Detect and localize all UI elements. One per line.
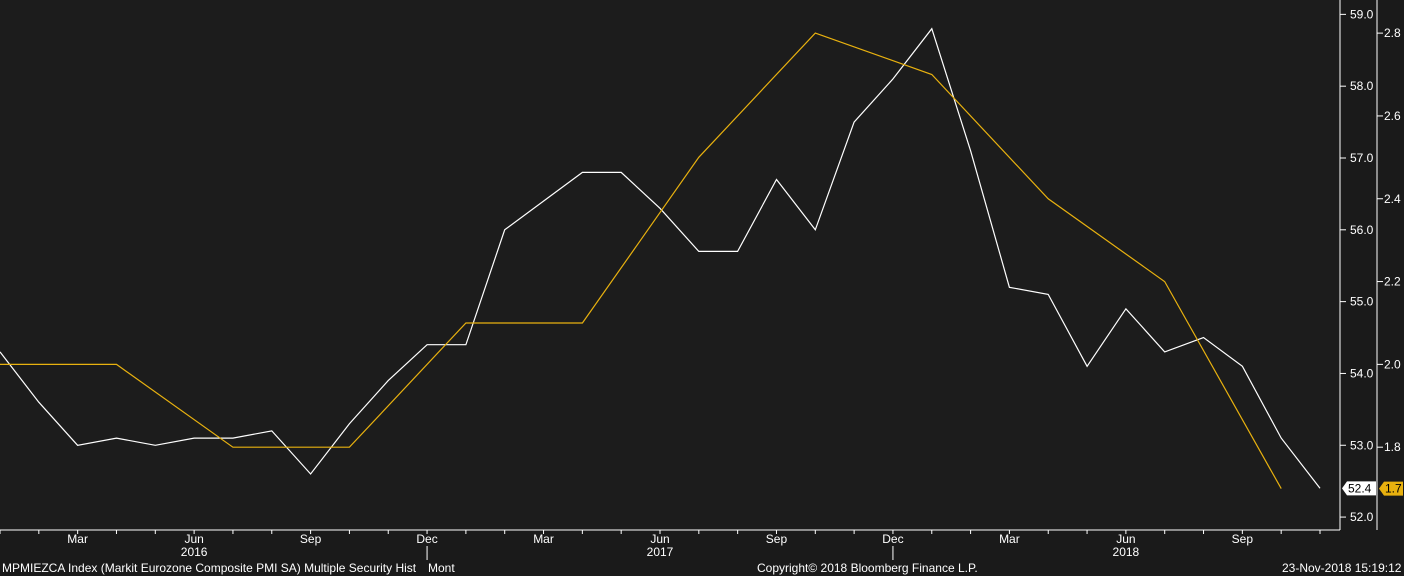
x-axis: Mar Jun Sep Dec Mar Jun Sep Dec Mar Jun Sep 2016 201… [0, 529, 1340, 560]
x-tick-label: Mar [999, 532, 1020, 546]
x-year-label: 2017 [647, 545, 674, 559]
right-scale-tick-label: 2.6 [1384, 109, 1401, 123]
x-tick-label: Sep [300, 532, 322, 546]
right-scale-tick-label: 2.0 [1384, 357, 1401, 371]
right-scale-tick-label: 2.4 [1384, 192, 1401, 206]
period-label: Mont [428, 561, 455, 575]
x-tick-label: Dec [882, 532, 903, 546]
x-year-label: 2016 [181, 545, 208, 559]
security-description: MPMIEZCA Index (Markit Eurozone Composit… [2, 561, 417, 575]
right-scale-tick-label: 2.8 [1384, 26, 1401, 40]
left-scale-tick-label: 56.0 [1350, 223, 1374, 237]
last-value-label: 52.4 [1348, 481, 1372, 495]
chart-svg: Mar Jun Sep Dec Mar Jun Sep Dec Mar Jun Sep 2016 201… [0, 0, 1403, 560]
left-scale-tick-label: 59.0 [1350, 7, 1374, 21]
left-y-axis: 59.0 58.0 57.0 56.0 55.0 54.0 53.0 52.0 [1340, 7, 1374, 524]
left-scale-tick-label: 54.0 [1350, 366, 1374, 380]
x-tick-label: Mar [67, 532, 88, 546]
x-tick-label: Mar [533, 532, 554, 546]
x-year-label: 2018 [1113, 545, 1140, 559]
x-tick-label: Jun [184, 532, 203, 546]
x-tick-label: Sep [1232, 532, 1254, 546]
footer-bar: MPMIEZCA Index (Markit Eurozone Composit… [0, 558, 1404, 576]
right-scale-tick-label: 2.2 [1384, 275, 1401, 289]
x-tick-label: Sep [766, 532, 788, 546]
left-scale-tick-label: 55.0 [1350, 295, 1374, 309]
left-scale-tick-label: 53.0 [1350, 438, 1374, 452]
x-tick-label: Jun [1116, 532, 1135, 546]
copyright-text: Copyright© 2018 Bloomberg Finance L.P. [757, 561, 978, 575]
timestamp: 23-Nov-2018 15:19:12 [1282, 561, 1402, 575]
left-scale-tick-label: 58.0 [1350, 79, 1374, 93]
left-scale-tick-label: 57.0 [1350, 151, 1374, 165]
last-value-label: 1.7 [1385, 482, 1402, 496]
last-value-badges: 52.4 1.7 [1342, 481, 1403, 496]
right-scale-tick-label: 1.8 [1384, 440, 1401, 454]
plot-background [0, 0, 1340, 530]
left-scale-tick-label: 52.0 [1350, 510, 1374, 524]
x-tick-label: Dec [416, 532, 437, 546]
x-tick-label: Jun [650, 532, 669, 546]
